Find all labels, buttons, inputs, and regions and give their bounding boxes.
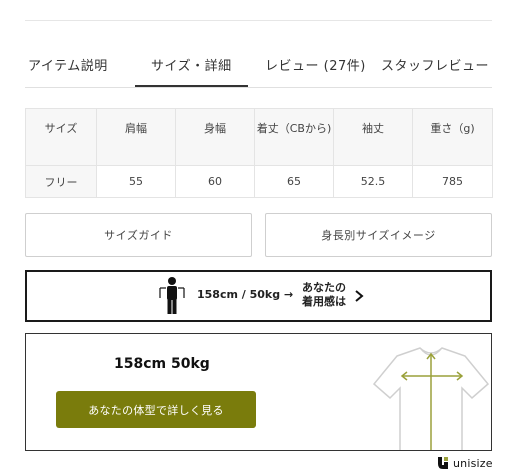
fit-measurement: 158cm 50kg <box>114 356 210 372</box>
body-measure-icon <box>159 277 185 314</box>
cell-sleeve-length: 52.5 <box>333 165 413 198</box>
brand-name: unisize <box>453 456 493 470</box>
product-tabs: アイテム説明 サイズ・詳細 レビュー (27件) スタッフレビュー <box>25 48 492 88</box>
fit-check-banner[interactable]: 158cm / 50kg → あなたの 着用感は <box>25 270 492 322</box>
header-sleeve-length: 袖丈 <box>333 108 413 166</box>
tab-item-description[interactable]: アイテム説明 <box>28 55 108 74</box>
size-table-header-row: サイズ 肩幅 身幅 着丈（CBから) 袖丈 重さ（g) <box>25 108 493 166</box>
cell-length: 65 <box>254 165 334 198</box>
header-body-width: 身幅 <box>175 108 255 166</box>
size-table: サイズ 肩幅 身幅 着丈（CBから) 袖丈 重さ（g) フリー 55 60 65… <box>25 108 493 198</box>
view-fit-details-button[interactable]: あなたの体型で詳しく見る <box>56 391 256 428</box>
cell-shoulder-width: 55 <box>96 165 176 198</box>
banner-measurement: 158cm / 50kg → <box>197 288 294 301</box>
banner-cta: あなたの 着用感は <box>302 281 346 309</box>
header-size: サイズ <box>25 108 97 166</box>
header-weight: 重さ（g) <box>412 108 493 166</box>
header-shoulder-width: 肩幅 <box>96 108 176 166</box>
active-tab-indicator <box>135 85 248 87</box>
chevron-right-icon <box>355 290 364 302</box>
cell-size: フリー <box>25 165 97 198</box>
size-by-height-button[interactable]: 身長別サイズイメージ <box>265 213 492 257</box>
fit-visualizer: 158cm 50kg あなたの体型で詳しく見る <box>25 333 492 451</box>
tshirt-outline-icon <box>372 347 490 450</box>
cell-weight: 785 <box>412 165 493 198</box>
top-divider <box>25 20 492 21</box>
tab-reviews[interactable]: レビュー (27件) <box>265 55 366 74</box>
size-guide-button[interactable]: サイズガイド <box>25 213 252 257</box>
cell-body-width: 60 <box>175 165 255 198</box>
table-row: フリー 55 60 65 52.5 785 <box>25 165 493 198</box>
brand-footer: unisize <box>437 456 493 470</box>
unisize-logo-icon <box>438 457 448 469</box>
banner-cta-line2: 着用感は <box>302 295 346 308</box>
tab-staff-reviews[interactable]: スタッフレビュー <box>381 55 489 74</box>
tab-size-details[interactable]: サイズ・詳細 <box>151 55 232 74</box>
banner-cta-line1: あなたの <box>302 281 346 294</box>
header-length: 着丈（CBから) <box>254 108 334 166</box>
